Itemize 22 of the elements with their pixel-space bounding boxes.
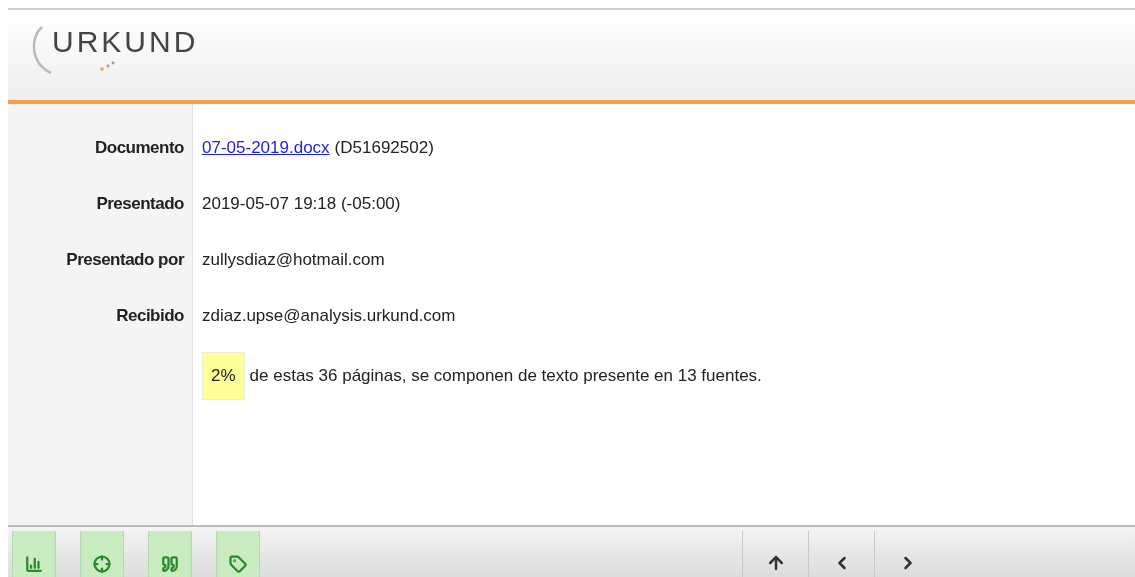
detail-value: zullysdiaz@hotmail.com (202, 249, 385, 272)
chart-button[interactable] (12, 531, 56, 577)
crosshair-button[interactable] (80, 531, 124, 577)
match-percent: 2% (202, 352, 245, 400)
logo-dots-icon (100, 61, 116, 71)
logo-arc-icon (30, 25, 52, 75)
logo-text: URKUND (52, 25, 199, 59)
detail-label: Presentado (95, 193, 184, 216)
crosshair-icon (93, 555, 111, 573)
chart-icon (25, 555, 43, 573)
detail-label: Presentado por (65, 249, 184, 272)
detail-value: 2019-05-07 19:18 (-05:00) (202, 193, 401, 216)
detail-value: (D51692502) (334, 137, 434, 160)
detail-label: Documento (94, 137, 184, 160)
summary-text: de estas 36 páginas, se componen de texto presente en 13 fuentes. (249, 365, 762, 388)
quote-icon (161, 555, 179, 573)
quote-button[interactable] (148, 531, 192, 577)
detail-value: zdiaz.upse@analysis.urkund.com (202, 305, 456, 328)
detail-label: Recibido (115, 305, 184, 328)
tag-button[interactable] (216, 531, 260, 577)
tag-icon (229, 555, 247, 573)
document-link[interactable]: 07-05-2019.docx (202, 135, 330, 161)
